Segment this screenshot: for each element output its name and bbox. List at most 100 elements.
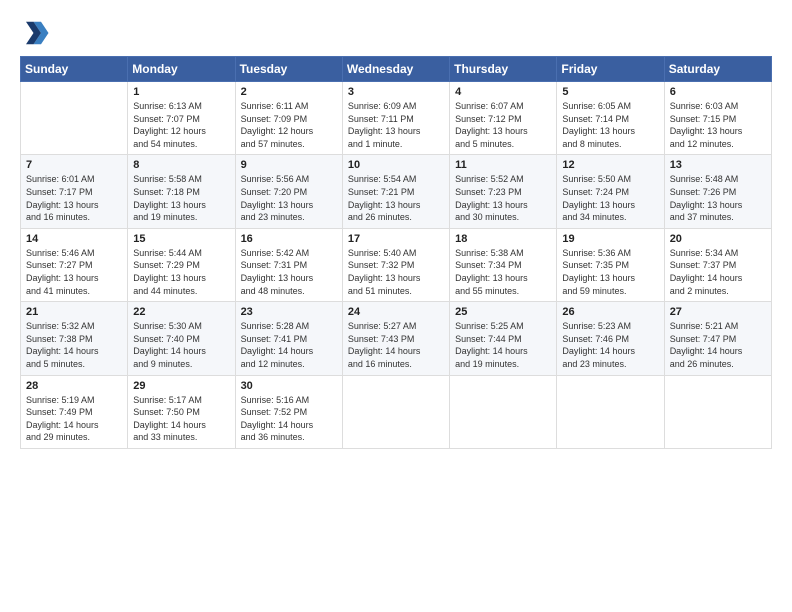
day-info: Sunrise: 5:17 AM Sunset: 7:50 PM Dayligh… bbox=[133, 394, 229, 444]
calendar-cell: 29 Sunrise: 5:17 AM Sunset: 7:50 PM Dayli… bbox=[128, 375, 235, 448]
day-info: Sunrise: 5:30 AM Sunset: 7:40 PM Dayligh… bbox=[133, 320, 229, 370]
day-number: 28 bbox=[26, 380, 122, 392]
calendar-cell: 18 Sunrise: 5:38 AM Sunset: 7:34 PM Dayli… bbox=[450, 228, 557, 301]
calendar-cell bbox=[557, 375, 664, 448]
day-number: 11 bbox=[455, 159, 551, 171]
calendar-cell: 22 Sunrise: 5:30 AM Sunset: 7:40 PM Dayli… bbox=[128, 302, 235, 375]
calendar-cell: 10 Sunrise: 5:54 AM Sunset: 7:21 PM Dayli… bbox=[342, 155, 449, 228]
day-info: Sunrise: 5:56 AM Sunset: 7:20 PM Dayligh… bbox=[241, 173, 337, 223]
day-number: 18 bbox=[455, 233, 551, 245]
day-info: Sunrise: 5:54 AM Sunset: 7:21 PM Dayligh… bbox=[348, 173, 444, 223]
calendar-cell: 2 Sunrise: 6:11 AM Sunset: 7:09 PM Daylig… bbox=[235, 82, 342, 155]
day-info: Sunrise: 5:40 AM Sunset: 7:32 PM Dayligh… bbox=[348, 247, 444, 297]
calendar-week-4: 21Sunrise: 5:32 AM Sunset: 7:38 PM Dayli… bbox=[21, 302, 772, 375]
day-number: 25 bbox=[455, 306, 551, 318]
day-number: 10 bbox=[348, 159, 444, 171]
day-number: 22 bbox=[133, 306, 229, 318]
day-info: Sunrise: 5:16 AM Sunset: 7:52 PM Dayligh… bbox=[241, 394, 337, 444]
day-number: 12 bbox=[562, 159, 658, 171]
calendar-cell: 17 Sunrise: 5:40 AM Sunset: 7:32 PM Dayli… bbox=[342, 228, 449, 301]
day-number: 7 bbox=[26, 159, 122, 171]
calendar-header-thursday: Thursday bbox=[450, 57, 557, 82]
calendar-cell: 11Sunrise: 5:52 AM Sunset: 7:23 PM Dayli… bbox=[450, 155, 557, 228]
day-number: 23 bbox=[241, 306, 337, 318]
calendar-cell: 23 Sunrise: 5:28 AM Sunset: 7:41 PM Dayli… bbox=[235, 302, 342, 375]
day-number: 16 bbox=[241, 233, 337, 245]
calendar-cell: 5 Sunrise: 6:05 AM Sunset: 7:14 PM Daylig… bbox=[557, 82, 664, 155]
calendar-cell bbox=[664, 375, 771, 448]
day-info: Sunrise: 5:28 AM Sunset: 7:41 PM Dayligh… bbox=[241, 320, 337, 370]
day-info: Sunrise: 5:58 AM Sunset: 7:18 PM Dayligh… bbox=[133, 173, 229, 223]
calendar-header-friday: Friday bbox=[557, 57, 664, 82]
calendar-cell: 9 Sunrise: 5:56 AM Sunset: 7:20 PM Daylig… bbox=[235, 155, 342, 228]
day-info: Sunrise: 5:21 AM Sunset: 7:47 PM Dayligh… bbox=[670, 320, 766, 370]
day-info: Sunrise: 5:25 AM Sunset: 7:44 PM Dayligh… bbox=[455, 320, 551, 370]
day-info: Sunrise: 5:48 AM Sunset: 7:26 PM Dayligh… bbox=[670, 173, 766, 223]
calendar-cell: 12 Sunrise: 5:50 AM Sunset: 7:24 PM Dayli… bbox=[557, 155, 664, 228]
calendar-week-5: 28 Sunrise: 5:19 AM Sunset: 7:49 PM Dayli… bbox=[21, 375, 772, 448]
day-number: 26 bbox=[562, 306, 658, 318]
calendar-week-1: 1 Sunrise: 6:13 AM Sunset: 7:07 PM Daylig… bbox=[21, 82, 772, 155]
calendar-cell: 19Sunrise: 5:36 AM Sunset: 7:35 PM Dayli… bbox=[557, 228, 664, 301]
day-info: Sunrise: 6:13 AM Sunset: 7:07 PM Dayligh… bbox=[133, 100, 229, 150]
day-info: Sunrise: 5:38 AM Sunset: 7:34 PM Dayligh… bbox=[455, 247, 551, 297]
calendar-cell: 27Sunrise: 5:21 AM Sunset: 7:47 PM Dayli… bbox=[664, 302, 771, 375]
day-info: Sunrise: 5:36 AM Sunset: 7:35 PM Dayligh… bbox=[562, 247, 658, 297]
day-number: 14 bbox=[26, 233, 122, 245]
day-number: 8 bbox=[133, 159, 229, 171]
day-number: 30 bbox=[241, 380, 337, 392]
day-info: Sunrise: 6:01 AM Sunset: 7:17 PM Dayligh… bbox=[26, 173, 122, 223]
calendar-cell: 26 Sunrise: 5:23 AM Sunset: 7:46 PM Dayli… bbox=[557, 302, 664, 375]
day-info: Sunrise: 6:05 AM Sunset: 7:14 PM Dayligh… bbox=[562, 100, 658, 150]
day-info: Sunrise: 5:19 AM Sunset: 7:49 PM Dayligh… bbox=[26, 394, 122, 444]
calendar-cell: 25 Sunrise: 5:25 AM Sunset: 7:44 PM Dayli… bbox=[450, 302, 557, 375]
calendar-table: SundayMondayTuesdayWednesdayThursdayFrid… bbox=[20, 56, 772, 449]
day-number: 17 bbox=[348, 233, 444, 245]
day-number: 3 bbox=[348, 86, 444, 98]
calendar-cell: 20 Sunrise: 5:34 AM Sunset: 7:37 PM Dayli… bbox=[664, 228, 771, 301]
page: SundayMondayTuesdayWednesdayThursdayFrid… bbox=[0, 0, 792, 612]
calendar-header-saturday: Saturday bbox=[664, 57, 771, 82]
calendar-header-sunday: Sunday bbox=[21, 57, 128, 82]
day-info: Sunrise: 6:09 AM Sunset: 7:11 PM Dayligh… bbox=[348, 100, 444, 150]
day-number: 15 bbox=[133, 233, 229, 245]
calendar-cell: 6 Sunrise: 6:03 AM Sunset: 7:15 PM Daylig… bbox=[664, 82, 771, 155]
calendar-cell: 21Sunrise: 5:32 AM Sunset: 7:38 PM Dayli… bbox=[21, 302, 128, 375]
calendar-cell: 28 Sunrise: 5:19 AM Sunset: 7:49 PM Dayli… bbox=[21, 375, 128, 448]
day-number: 29 bbox=[133, 380, 229, 392]
day-number: 24 bbox=[348, 306, 444, 318]
calendar-cell bbox=[21, 82, 128, 155]
logo-icon bbox=[20, 18, 50, 48]
calendar-cell: 3 Sunrise: 6:09 AM Sunset: 7:11 PM Daylig… bbox=[342, 82, 449, 155]
logo bbox=[20, 18, 54, 48]
calendar-cell: 7 Sunrise: 6:01 AM Sunset: 7:17 PM Daylig… bbox=[21, 155, 128, 228]
day-info: Sunrise: 5:50 AM Sunset: 7:24 PM Dayligh… bbox=[562, 173, 658, 223]
calendar-cell bbox=[450, 375, 557, 448]
day-info: Sunrise: 6:03 AM Sunset: 7:15 PM Dayligh… bbox=[670, 100, 766, 150]
day-number: 9 bbox=[241, 159, 337, 171]
calendar-cell: 8 Sunrise: 5:58 AM Sunset: 7:18 PM Daylig… bbox=[128, 155, 235, 228]
calendar-header-row: SundayMondayTuesdayWednesdayThursdayFrid… bbox=[21, 57, 772, 82]
day-info: Sunrise: 5:23 AM Sunset: 7:46 PM Dayligh… bbox=[562, 320, 658, 370]
calendar-cell: 13Sunrise: 5:48 AM Sunset: 7:26 PM Dayli… bbox=[664, 155, 771, 228]
day-number: 21 bbox=[26, 306, 122, 318]
calendar-cell bbox=[342, 375, 449, 448]
day-number: 5 bbox=[562, 86, 658, 98]
calendar-cell: 16 Sunrise: 5:42 AM Sunset: 7:31 PM Dayli… bbox=[235, 228, 342, 301]
calendar-cell: 24Sunrise: 5:27 AM Sunset: 7:43 PM Dayli… bbox=[342, 302, 449, 375]
day-info: Sunrise: 6:07 AM Sunset: 7:12 PM Dayligh… bbox=[455, 100, 551, 150]
day-info: Sunrise: 6:11 AM Sunset: 7:09 PM Dayligh… bbox=[241, 100, 337, 150]
calendar-cell: 15 Sunrise: 5:44 AM Sunset: 7:29 PM Dayli… bbox=[128, 228, 235, 301]
calendar-cell: 1 Sunrise: 6:13 AM Sunset: 7:07 PM Daylig… bbox=[128, 82, 235, 155]
day-number: 2 bbox=[241, 86, 337, 98]
calendar-cell: 14Sunrise: 5:46 AM Sunset: 7:27 PM Dayli… bbox=[21, 228, 128, 301]
calendar-week-2: 7 Sunrise: 6:01 AM Sunset: 7:17 PM Daylig… bbox=[21, 155, 772, 228]
day-number: 20 bbox=[670, 233, 766, 245]
day-info: Sunrise: 5:42 AM Sunset: 7:31 PM Dayligh… bbox=[241, 247, 337, 297]
day-info: Sunrise: 5:44 AM Sunset: 7:29 PM Dayligh… bbox=[133, 247, 229, 297]
day-number: 6 bbox=[670, 86, 766, 98]
calendar-header-wednesday: Wednesday bbox=[342, 57, 449, 82]
day-info: Sunrise: 5:34 AM Sunset: 7:37 PM Dayligh… bbox=[670, 247, 766, 297]
calendar-header-tuesday: Tuesday bbox=[235, 57, 342, 82]
day-number: 1 bbox=[133, 86, 229, 98]
